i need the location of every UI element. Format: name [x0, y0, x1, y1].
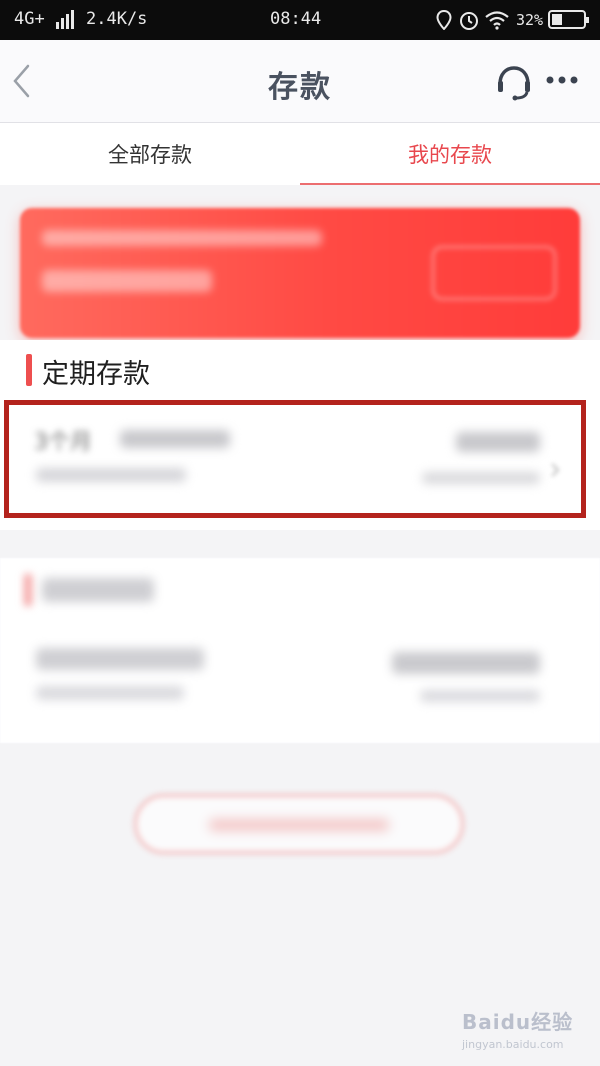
tab-bar: 全部存款 我的存款: [0, 123, 600, 185]
watermark-sub: jingyan.baidu.com: [462, 1038, 564, 1051]
location-icon: [436, 10, 452, 30]
blurred-action-button[interactable]: [134, 794, 464, 854]
banner-action-button[interactable]: [432, 246, 556, 300]
demand-deposit-section: [0, 558, 600, 743]
customer-service-icon[interactable]: [494, 62, 534, 102]
battery-icon: [548, 10, 589, 29]
highlight-annotation-box: [4, 400, 586, 518]
more-icon[interactable]: [545, 74, 579, 86]
watermark-main: Baidu经验: [462, 1010, 574, 1034]
signal-icon: [56, 10, 80, 29]
clock: 08:44: [270, 9, 322, 29]
tab-all-deposits[interactable]: 全部存款: [0, 139, 300, 169]
deposit-summary-banner[interactable]: [20, 208, 580, 338]
network-type: 4G+: [14, 9, 45, 29]
status-bar: 4G+ 2.4K/s 08:44 32%: [0, 0, 600, 40]
section-marker: [26, 354, 32, 386]
wifi-icon: [485, 11, 509, 30]
battery-percent: 32%: [516, 11, 544, 29]
section-marker-2: [24, 574, 32, 606]
network-speed: 2.4K/s: [86, 9, 148, 29]
tab-indicator: [300, 183, 600, 185]
baidu-watermark: Baidu经验 jingyan.baidu.com: [462, 1000, 582, 1056]
alarm-icon: [460, 12, 478, 30]
tab-my-deposits[interactable]: 我的存款: [300, 139, 600, 169]
section-title: 定期存款: [42, 359, 150, 390]
